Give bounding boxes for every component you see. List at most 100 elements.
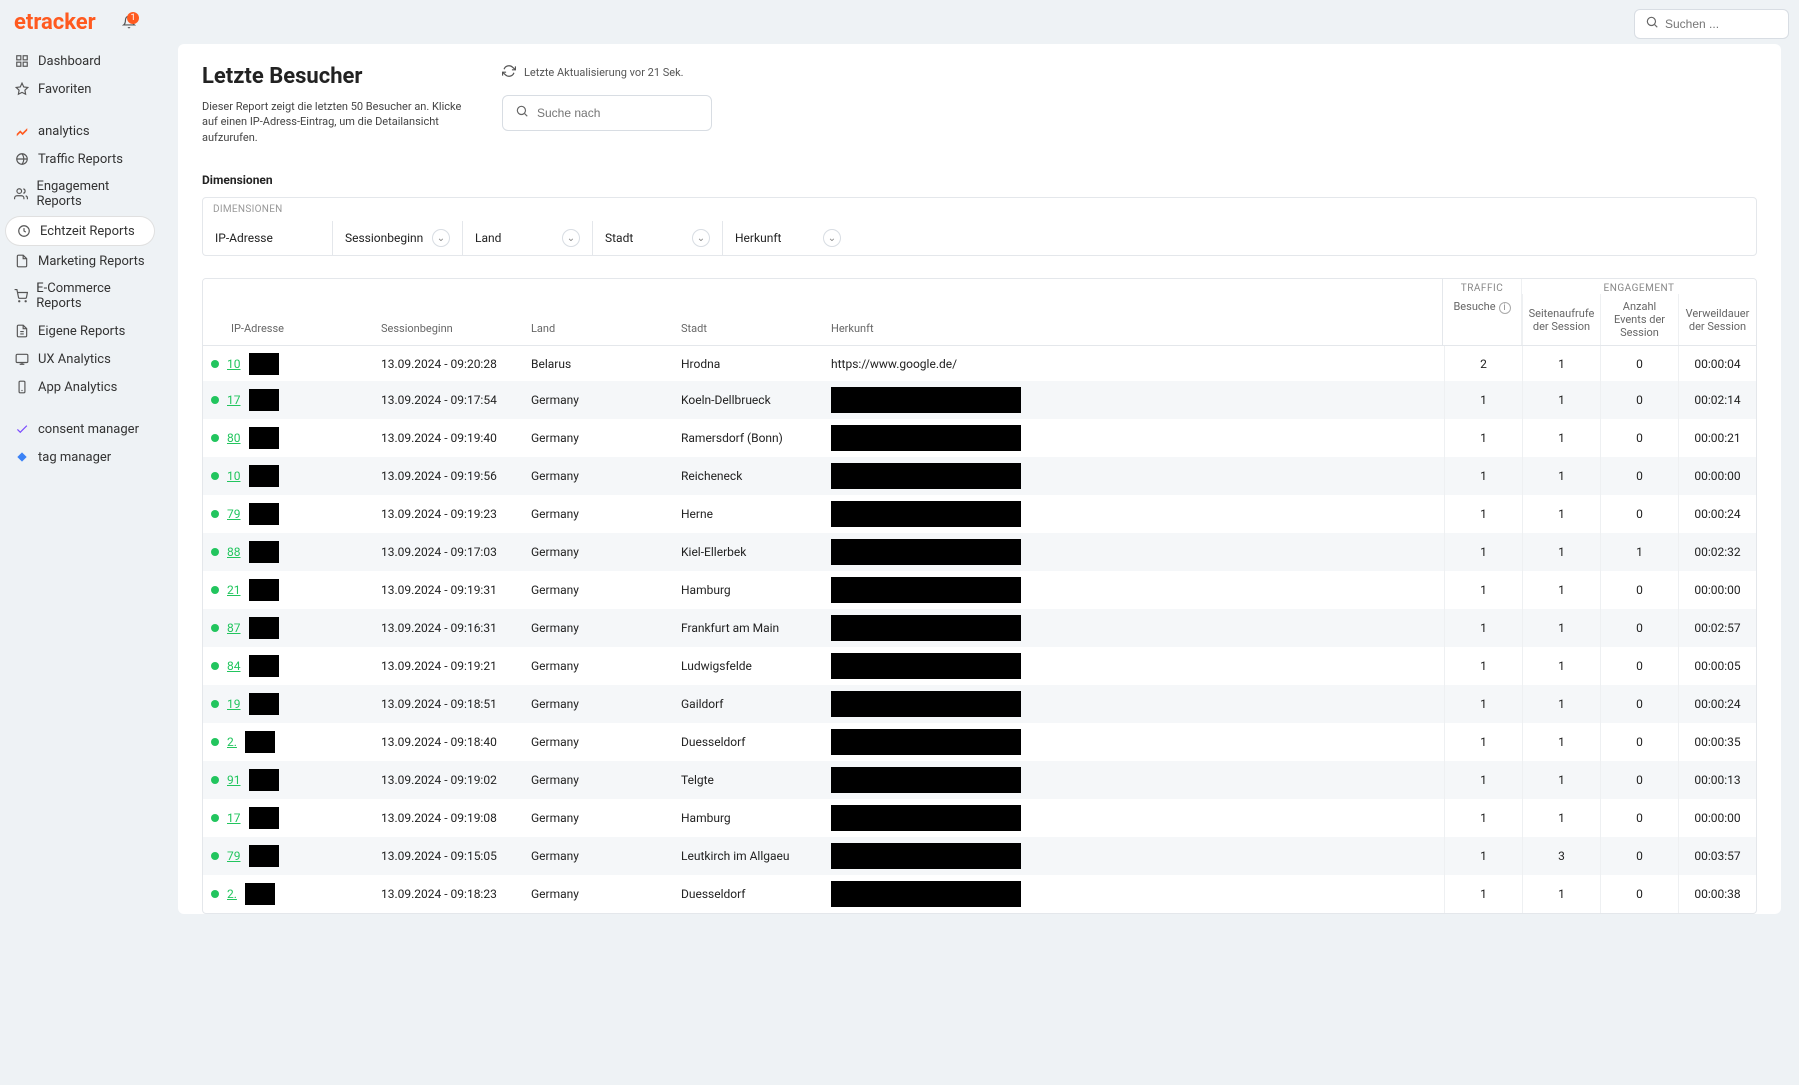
dimension-chip[interactable]: Herkunft⌄ <box>723 221 853 255</box>
group-traffic-label: TRAFFIC <box>1443 279 1521 294</box>
ip-link[interactable]: 88 <box>227 545 241 559</box>
ip-link[interactable]: 87 <box>227 621 241 635</box>
cell-sessionbeginn: 13.09.2024 - 09:19:56 <box>373 457 523 495</box>
status-dot-icon <box>211 662 219 670</box>
ip-link[interactable]: 10 <box>227 357 241 371</box>
refresh-text: Letzte Aktualisierung vor 21 Sek. <box>524 66 684 79</box>
eigene-icon <box>14 323 30 339</box>
sidebar-item-app[interactable]: App Analytics <box>0 373 160 401</box>
sidebar-item-ecommerce[interactable]: E-Commerce Reports <box>0 275 160 317</box>
ip-link[interactable]: 2. <box>227 887 237 901</box>
redacted-block <box>831 501 1021 527</box>
cell-ip: 80 <box>203 419 373 457</box>
cell-land: Germany <box>523 723 673 761</box>
cell-land: Germany <box>523 647 673 685</box>
redacted-block <box>831 729 1021 755</box>
ip-link[interactable]: 10 <box>227 469 241 483</box>
redacted-block <box>249 427 279 449</box>
chevron-down-icon[interactable]: ⌄ <box>692 229 710 247</box>
engagement-icon <box>14 186 28 202</box>
global-search[interactable] <box>1634 9 1789 39</box>
notifications-button[interactable]: 1 <box>122 15 136 33</box>
sidebar-item-echtzeit[interactable]: Echtzeit Reports <box>6 217 154 245</box>
th-sessionbeginn[interactable]: Sessionbeginn <box>373 279 523 345</box>
group-engagement-label: ENGAGEMENT <box>1522 279 1756 294</box>
cell-land: Germany <box>523 457 673 495</box>
ip-link[interactable]: 2. <box>227 735 237 749</box>
dimension-chip[interactable]: Sessionbeginn⌄ <box>333 221 463 255</box>
cell-events: 0 <box>1600 761 1678 799</box>
sidebar-item-traffic[interactable]: Traffic Reports <box>0 145 160 173</box>
sidebar-item-engagement[interactable]: Engagement Reports <box>0 173 160 215</box>
ip-link[interactable]: 91 <box>227 773 241 787</box>
chevron-down-icon[interactable]: ⌄ <box>823 229 841 247</box>
cell-sessionbeginn: 13.09.2024 - 09:16:31 <box>373 609 523 647</box>
cell-stadt: Ramersdorf (Bonn) <box>673 419 823 457</box>
status-dot-icon <box>211 472 219 480</box>
redacted-block <box>249 617 279 639</box>
chevron-down-icon[interactable]: ⌄ <box>562 229 580 247</box>
ip-link[interactable]: 84 <box>227 659 241 673</box>
th-stadt[interactable]: Stadt <box>673 279 823 345</box>
chevron-down-icon[interactable]: ⌄ <box>432 229 450 247</box>
th-seitenaufrufe[interactable]: Seitenaufrufe der Session <box>1522 294 1600 345</box>
cell-land: Germany <box>523 799 673 837</box>
th-ip[interactable]: IP-Adresse <box>203 279 373 345</box>
ip-link[interactable]: 79 <box>227 849 241 863</box>
sidebar-item-analytics[interactable]: analytics <box>0 117 160 145</box>
cell-land: Belarus <box>523 346 673 381</box>
th-herkunft[interactable]: Herkunft <box>823 279 1442 345</box>
cell-sessionbeginn: 13.09.2024 - 09:18:51 <box>373 685 523 723</box>
th-events[interactable]: Anzahl Events der Session <box>1600 294 1678 345</box>
sidebar-item-favoriten[interactable]: Favoriten <box>0 75 160 103</box>
th-besuche[interactable]: Besuchei <box>1443 294 1521 320</box>
cell-herkunft <box>823 457 1444 495</box>
table-row: 1713.09.2024 - 09:19:08GermanyHamburg110… <box>203 799 1756 837</box>
cell-land: Germany <box>523 571 673 609</box>
ip-link[interactable]: 80 <box>227 431 241 445</box>
table-row: 7913.09.2024 - 09:15:05GermanyLeutkirch … <box>203 837 1756 875</box>
cell-verweildauer: 00:02:57 <box>1678 609 1756 647</box>
redacted-block <box>249 845 279 867</box>
ip-link[interactable]: 17 <box>227 393 241 407</box>
report-card: Letzte Besucher Dieser Report zeigt die … <box>178 44 1781 914</box>
ip-link[interactable]: 17 <box>227 811 241 825</box>
sidebar-item-eigene[interactable]: Eigene Reports <box>0 317 160 345</box>
redacted-block <box>831 767 1021 793</box>
table-row: 2.13.09.2024 - 09:18:23GermanyDuesseldor… <box>203 875 1756 913</box>
cell-ip: 10 <box>203 457 373 495</box>
sidebar-item-marketing[interactable]: Marketing Reports <box>0 247 160 275</box>
echtzeit-icon <box>16 223 32 239</box>
cell-sessionbeginn: 13.09.2024 - 09:15:05 <box>373 837 523 875</box>
sidebar-item-tag[interactable]: tag manager <box>0 443 160 471</box>
sidebar-item-consent[interactable]: consent manager <box>0 415 160 443</box>
cell-stadt: Hrodna <box>673 346 823 381</box>
dimension-chip[interactable]: IP-Adresse <box>203 221 333 255</box>
cell-verweildauer: 00:03:57 <box>1678 837 1756 875</box>
cell-verweildauer: 00:00:24 <box>1678 685 1756 723</box>
ip-link[interactable]: 79 <box>227 507 241 521</box>
status-dot-icon <box>211 586 219 594</box>
th-verweildauer[interactable]: Verweildauer der Session <box>1678 294 1756 345</box>
dimension-chip[interactable]: Land⌄ <box>463 221 593 255</box>
cell-herkunft <box>823 419 1444 457</box>
report-search-input[interactable] <box>537 106 699 120</box>
cell-herkunft <box>823 875 1444 913</box>
cell-besuche: 1 <box>1444 761 1522 799</box>
status-dot-icon <box>211 814 219 822</box>
ip-link[interactable]: 19 <box>227 697 241 711</box>
chip-label: Stadt <box>605 231 633 245</box>
cell-ip: 84 <box>203 647 373 685</box>
cell-seitenaufrufe: 1 <box>1522 346 1600 381</box>
global-search-input[interactable] <box>1665 17 1778 31</box>
cell-sessionbeginn: 13.09.2024 - 09:17:54 <box>373 381 523 419</box>
report-search[interactable] <box>502 95 712 131</box>
cell-land: Germany <box>523 875 673 913</box>
dimension-chip[interactable]: Stadt ⌄ <box>593 221 723 255</box>
ip-link[interactable]: 21 <box>227 583 241 597</box>
cell-land: Germany <box>523 609 673 647</box>
table-row: 7913.09.2024 - 09:19:23GermanyHerne11000… <box>203 495 1756 533</box>
sidebar-item-ux[interactable]: UX Analytics <box>0 345 160 373</box>
th-land[interactable]: Land <box>523 279 673 345</box>
sidebar-item-dashboard[interactable]: Dashboard <box>0 47 160 75</box>
